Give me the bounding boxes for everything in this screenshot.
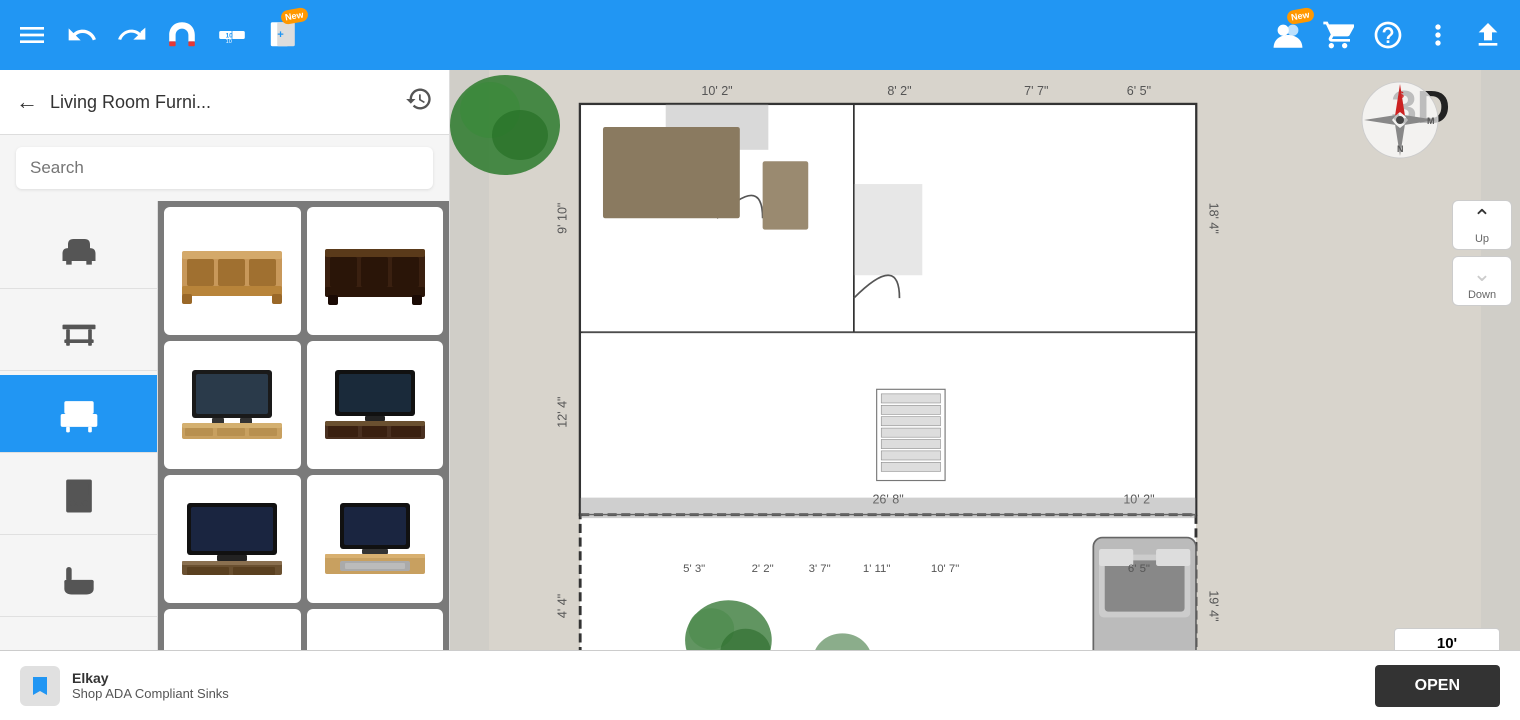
svg-text:4' 4": 4' 4": [555, 594, 569, 618]
view-controls: ⌃ Up ⌄ Down: [1452, 200, 1512, 306]
svg-text:8' 2": 8' 2": [887, 84, 911, 98]
new-item-icon[interactable]: + New: [266, 19, 298, 51]
furniture-item-6[interactable]: [307, 475, 444, 603]
category-bath[interactable]: [0, 539, 157, 617]
svg-text:9' 10": 9' 10": [555, 203, 569, 234]
ad-open-button[interactable]: OPEN: [1375, 665, 1500, 707]
magnet-icon[interactable]: [166, 19, 198, 51]
search-input[interactable]: [16, 147, 433, 189]
svg-text:7' 7": 7' 7": [1024, 84, 1048, 98]
furniture-item-4[interactable]: [307, 341, 444, 469]
measure-icon[interactable]: 10 10: [216, 19, 248, 51]
ad-text: Elkay Shop ADA Compliant Sinks: [72, 670, 229, 701]
floor-plan[interactable]: 10' 2" 8' 2" 7' 7" 6' 5" 9' 10" 12' 4" 4…: [450, 70, 1520, 720]
breadcrumb-title: Living Room Furni...: [50, 92, 393, 113]
up-button[interactable]: ⌃ Up: [1452, 200, 1512, 250]
svg-text:10' 7": 10' 7": [931, 563, 959, 575]
toolbar-right: New: [1272, 19, 1504, 51]
ad-logo: [20, 666, 60, 706]
furniture-item-3[interactable]: [164, 341, 301, 469]
ad-content: Elkay Shop ADA Compliant Sinks: [20, 666, 229, 706]
new-badge: New: [280, 7, 309, 25]
redo-button[interactable]: [116, 19, 148, 51]
toolbar: 10 10 + New New: [0, 0, 1520, 70]
category-appliance[interactable]: [0, 457, 157, 535]
left-panel: ← Living Room Furni...: [0, 70, 450, 720]
svg-text:S: S: [1398, 90, 1404, 100]
toolbar-left: 10 10 + New: [16, 19, 298, 51]
svg-text:+: +: [277, 29, 284, 41]
svg-text:12' 4": 12' 4": [555, 396, 569, 427]
search-bar: [0, 135, 449, 201]
back-button[interactable]: ←: [16, 89, 38, 115]
svg-text:19' 4": 19' 4": [1207, 590, 1221, 621]
svg-text:10: 10: [226, 39, 232, 45]
main-area: ← Living Room Furni...: [0, 70, 1520, 720]
svg-text:10' 2": 10' 2": [701, 84, 732, 98]
menu-icon[interactable]: [16, 19, 48, 51]
category-sidebar: [0, 201, 158, 720]
svg-text:2' 2": 2' 2": [752, 563, 774, 575]
svg-text:5' 3": 5' 3": [683, 563, 705, 575]
upload-icon[interactable]: [1472, 19, 1504, 51]
furniture-grid: [158, 201, 449, 720]
help-icon[interactable]: [1372, 19, 1404, 51]
svg-text:6' 5": 6' 5": [1128, 563, 1150, 575]
users-icon[interactable]: New: [1272, 19, 1304, 51]
svg-text:N: N: [1397, 144, 1404, 154]
svg-text:1' 11": 1' 11": [863, 563, 891, 575]
furniture-item-5[interactable]: [164, 475, 301, 603]
down-button[interactable]: ⌄ Down: [1452, 256, 1512, 306]
users-badge: New: [1286, 7, 1315, 25]
svg-text:6' 5": 6' 5": [1127, 84, 1151, 98]
history-icon[interactable]: [405, 85, 433, 119]
svg-text:18' 4": 18' 4": [1207, 203, 1221, 234]
ad-brand: Elkay: [72, 670, 229, 686]
svg-text:M: M: [1427, 116, 1435, 126]
furniture-item-1[interactable]: [164, 207, 301, 335]
svg-text:3' 7": 3' 7": [809, 563, 831, 575]
ad-banner: Elkay Shop ADA Compliant Sinks OPEN: [0, 650, 1520, 720]
compass: S N M: [1360, 80, 1440, 160]
furniture-item-2[interactable]: [307, 207, 444, 335]
undo-button[interactable]: [66, 19, 98, 51]
content-area: [0, 201, 449, 720]
more-icon[interactable]: [1422, 19, 1454, 51]
ad-description: Shop ADA Compliant Sinks: [72, 686, 229, 701]
category-sofa[interactable]: [0, 211, 157, 289]
cart-icon[interactable]: [1322, 19, 1354, 51]
category-tv-stand[interactable]: [0, 375, 157, 453]
breadcrumb: ← Living Room Furni...: [0, 70, 449, 135]
category-table[interactable]: [0, 293, 157, 371]
